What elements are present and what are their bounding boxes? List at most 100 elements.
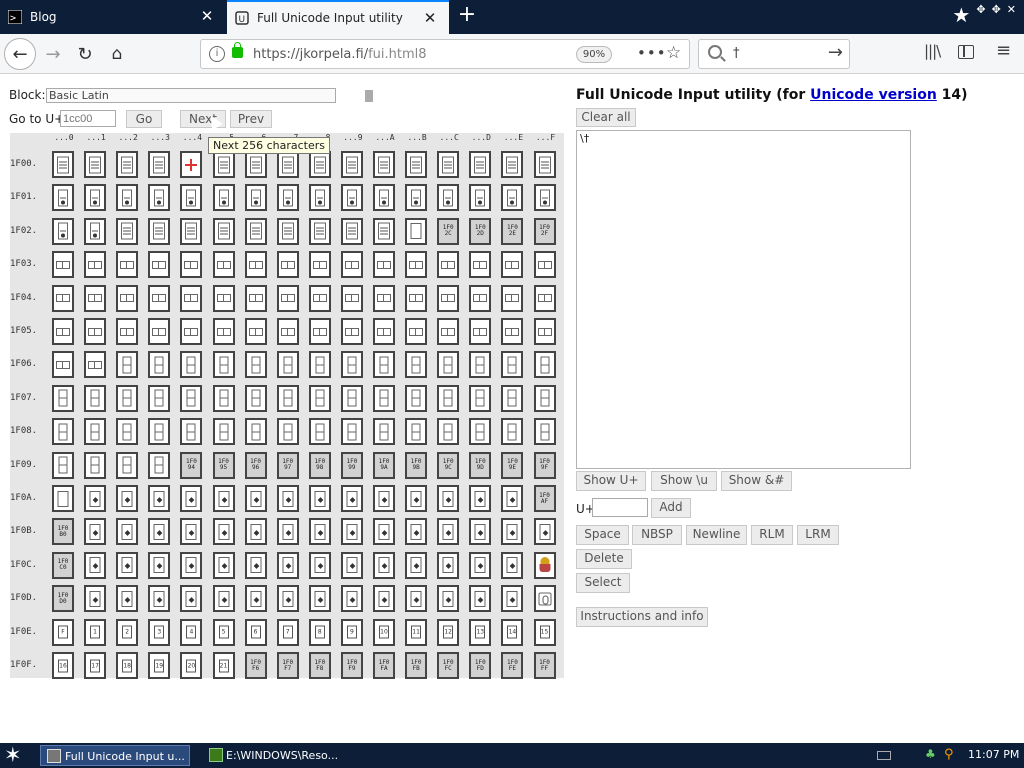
instructions-button[interactable]: Instructions and info bbox=[576, 607, 708, 627]
char-cell[interactable] bbox=[148, 384, 171, 412]
char-cell[interactable] bbox=[276, 318, 299, 345]
char-cell[interactable] bbox=[84, 551, 107, 579]
char-cell[interactable] bbox=[116, 451, 139, 479]
char-cell[interactable] bbox=[469, 485, 492, 512]
char-cell[interactable] bbox=[373, 384, 395, 412]
char-cell[interactable]: 1F0 95 bbox=[212, 451, 235, 479]
char-cell[interactable]: 6 bbox=[244, 618, 267, 646]
char-cell[interactable] bbox=[52, 184, 74, 212]
char-cell[interactable] bbox=[116, 251, 139, 279]
add-button[interactable]: Add bbox=[651, 498, 691, 518]
char-cell[interactable] bbox=[212, 151, 235, 178]
char-cell[interactable] bbox=[469, 284, 492, 312]
char-cell[interactable] bbox=[148, 418, 171, 446]
char-cell[interactable] bbox=[52, 284, 74, 312]
space-button[interactable]: Space bbox=[576, 525, 629, 545]
char-cell[interactable] bbox=[116, 384, 139, 412]
char-cell[interactable] bbox=[405, 418, 428, 446]
char-cell[interactable] bbox=[501, 384, 524, 412]
char-cell[interactable] bbox=[340, 485, 363, 512]
char-cell[interactable] bbox=[148, 585, 171, 613]
char-cell[interactable] bbox=[340, 151, 363, 178]
char-cell[interactable] bbox=[84, 217, 107, 245]
char-cell[interactable] bbox=[116, 418, 139, 446]
char-cell[interactable] bbox=[276, 217, 299, 245]
char-cell[interactable] bbox=[244, 284, 267, 312]
char-cell[interactable] bbox=[52, 485, 74, 512]
char-cell[interactable]: 1F0 9A bbox=[373, 451, 395, 479]
zoom-badge[interactable]: 90% bbox=[576, 46, 612, 63]
char-cell[interactable] bbox=[52, 251, 74, 279]
char-cell[interactable] bbox=[84, 418, 107, 446]
char-cell[interactable] bbox=[244, 217, 267, 245]
char-cell[interactable] bbox=[340, 284, 363, 312]
char-cell[interactable]: 1F0 96 bbox=[244, 451, 267, 479]
sidebar-icon[interactable] bbox=[958, 45, 974, 59]
char-cell[interactable] bbox=[116, 318, 139, 345]
go-button[interactable]: Go bbox=[126, 110, 162, 128]
char-cell[interactable] bbox=[116, 151, 139, 178]
char-cell[interactable] bbox=[533, 585, 556, 613]
char-cell[interactable] bbox=[244, 518, 267, 546]
char-cell[interactable]: 1F0 2F bbox=[533, 217, 556, 245]
menu-icon[interactable]: ≡ bbox=[996, 40, 1011, 61]
char-cell[interactable] bbox=[469, 418, 492, 446]
show-backslash-u-button[interactable]: Show \u bbox=[651, 471, 717, 491]
char-cell[interactable] bbox=[501, 184, 524, 212]
char-cell[interactable] bbox=[469, 318, 492, 345]
char-cell[interactable] bbox=[308, 585, 331, 613]
char-cell[interactable] bbox=[501, 351, 524, 379]
url-text[interactable]: https://jkorpela.fi/fui.html8 bbox=[253, 47, 427, 62]
search-tray-icon[interactable]: ⚲ bbox=[944, 747, 958, 763]
char-cell[interactable] bbox=[373, 585, 395, 613]
char-cell[interactable] bbox=[212, 318, 235, 345]
char-cell[interactable]: 1F0 FB bbox=[405, 652, 428, 679]
close-tab-icon[interactable]: ✕ bbox=[423, 11, 437, 26]
window-minimize-icon[interactable]: ✥ bbox=[976, 3, 985, 27]
select-button[interactable]: Select bbox=[576, 573, 630, 593]
delete-button[interactable]: Delete bbox=[576, 549, 632, 569]
info-icon[interactable]: i bbox=[209, 46, 225, 62]
char-cell[interactable] bbox=[180, 184, 203, 212]
char-cell[interactable] bbox=[373, 551, 395, 579]
char-cell[interactable] bbox=[340, 184, 363, 212]
network-tray-icon[interactable]: ♣ bbox=[925, 747, 939, 763]
char-cell[interactable] bbox=[52, 451, 74, 479]
char-cell[interactable]: 1F0 F8 bbox=[308, 652, 331, 679]
char-cell[interactable]: 7 bbox=[276, 618, 299, 646]
home-button[interactable]: ⌂ bbox=[101, 38, 133, 70]
block-select[interactable]: Basic Latin bbox=[46, 88, 373, 103]
clear-all-button[interactable]: Clear all bbox=[576, 108, 636, 127]
char-cell[interactable] bbox=[340, 217, 363, 245]
char-cell[interactable] bbox=[437, 485, 460, 512]
char-cell[interactable]: 1F0 FD bbox=[469, 652, 492, 679]
char-cell[interactable] bbox=[469, 551, 492, 579]
char-cell[interactable] bbox=[373, 151, 395, 178]
char-cell[interactable]: 1F0 FF bbox=[533, 652, 556, 679]
char-cell[interactable]: 1F0 F9 bbox=[340, 652, 363, 679]
char-cell[interactable] bbox=[212, 384, 235, 412]
char-cell[interactable] bbox=[212, 251, 235, 279]
char-cell[interactable] bbox=[469, 351, 492, 379]
prev-button[interactable]: Prev bbox=[230, 110, 272, 128]
codepoint-input[interactable] bbox=[592, 498, 648, 517]
nbsp-button[interactable]: NBSP bbox=[632, 525, 682, 545]
char-cell[interactable]: 5 bbox=[212, 618, 235, 646]
char-cell[interactable]: 20 bbox=[180, 652, 203, 679]
char-cell[interactable] bbox=[148, 451, 171, 479]
char-cell[interactable] bbox=[405, 318, 428, 345]
char-cell[interactable]: 13 bbox=[469, 618, 492, 646]
char-cell[interactable] bbox=[437, 384, 460, 412]
char-cell[interactable] bbox=[52, 418, 74, 446]
char-cell[interactable] bbox=[533, 351, 556, 379]
window-close-icon[interactable]: ✕ bbox=[1007, 3, 1016, 27]
char-cell[interactable] bbox=[340, 251, 363, 279]
char-cell[interactable] bbox=[84, 318, 107, 345]
char-cell[interactable]: 1F0 98 bbox=[308, 451, 331, 479]
char-cell[interactable] bbox=[84, 184, 107, 212]
char-cell[interactable] bbox=[212, 217, 235, 245]
char-cell[interactable] bbox=[437, 151, 460, 178]
char-cell[interactable] bbox=[180, 585, 203, 613]
char-cell[interactable]: 1F0 B0 bbox=[52, 518, 74, 546]
back-button[interactable]: ← bbox=[4, 38, 36, 70]
